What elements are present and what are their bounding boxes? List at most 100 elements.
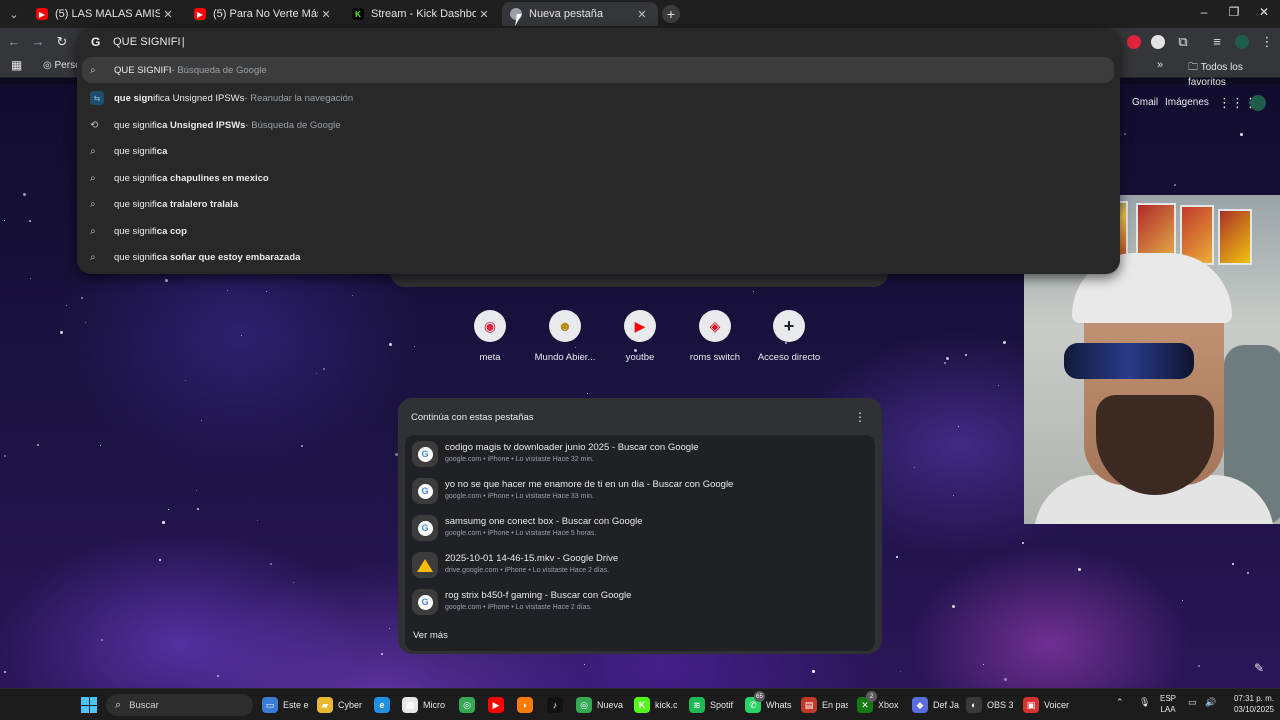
list-item[interactable]: G yo no se que hacer me enamore de ti en… bbox=[405, 472, 875, 509]
more-options-icon[interactable]: ⋮ bbox=[854, 410, 866, 424]
search-icon: ⌕ bbox=[115, 698, 122, 711]
chrome-menu-icon[interactable]: ⋮ bbox=[1259, 34, 1275, 50]
language-indicator[interactable]: ESP LAA bbox=[1159, 693, 1177, 715]
list-item[interactable]: G codigo magis tv downloader junio 2025 … bbox=[405, 435, 875, 472]
list-item[interactable]: G rog strix b450-f gaming - Buscar con G… bbox=[405, 583, 875, 620]
taskbar-app[interactable]: ◆ Def Ja bbox=[912, 696, 959, 714]
taskbar-app[interactable]: ✆ Whats 65 bbox=[745, 691, 792, 714]
app-label: Def Ja bbox=[933, 700, 959, 710]
layout-code: LAA bbox=[1160, 705, 1176, 714]
tab-kick[interactable]: K Stream - Kick Dashboard ✕ bbox=[344, 2, 500, 26]
star bbox=[101, 639, 103, 641]
close-icon[interactable]: ✕ bbox=[476, 8, 492, 21]
star bbox=[1004, 678, 1007, 681]
history-icon: ⟲ bbox=[90, 119, 99, 131]
tab-search-button[interactable]: ⌄ bbox=[0, 0, 28, 28]
network-icon[interactable]: ▭ bbox=[1188, 697, 1197, 708]
images-link[interactable]: Imágenes bbox=[1165, 97, 1209, 108]
omnibox-suggestion[interactable]: ⇆ que sign ifica Unsigned IPSWs - Reanudar… bbox=[77, 85, 1120, 111]
new-tab-button[interactable]: + bbox=[662, 5, 680, 23]
more-bookmarks-icon[interactable]: » bbox=[1157, 59, 1163, 71]
maximize-button[interactable]: ❐ bbox=[1224, 5, 1244, 19]
app-icon: ▦ bbox=[402, 697, 418, 713]
star bbox=[217, 675, 219, 677]
search-icon: ⌕ bbox=[90, 225, 96, 237]
taskbar-app[interactable]: ◎ Nueva bbox=[576, 696, 623, 714]
shortcut-add[interactable]: + Acceso directo bbox=[749, 310, 829, 363]
close-icon[interactable]: ✕ bbox=[160, 8, 176, 21]
taskbar-app[interactable]: ◎ bbox=[459, 696, 475, 714]
tab-new-tab[interactable]: Nueva pestaña ✕ bbox=[502, 2, 658, 26]
tab-youtube-1[interactable]: ▶ (5) LAS MALAS AMISTADES TE ✕ bbox=[28, 2, 184, 26]
clock[interactable]: 07:31 p. m. 03/10/2025 bbox=[1222, 693, 1274, 715]
shortcut-label: Acceso directo bbox=[757, 352, 821, 363]
taskbar-app[interactable]: ✕ Xbox 2 bbox=[857, 691, 899, 714]
account-avatar[interactable] bbox=[1250, 95, 1266, 111]
media-controls-icon[interactable]: ≡ bbox=[1209, 34, 1225, 49]
suggestion-bold-text: que sign bbox=[114, 92, 154, 104]
close-icon[interactable]: ✕ bbox=[318, 8, 334, 21]
taskbar-app[interactable]: ▦ Micro bbox=[402, 696, 445, 714]
close-window-button[interactable]: ✕ bbox=[1254, 5, 1274, 19]
bookmark-item[interactable]: ◎ Perso bbox=[43, 60, 81, 71]
list-item[interactable]: G samsumg one conect box - Buscar con Go… bbox=[405, 509, 875, 546]
star bbox=[900, 671, 901, 672]
volume-icon[interactable]: 🔊 bbox=[1205, 697, 1216, 708]
list-item[interactable]: 2025-10-01 14-46-15.mkv - Google Drive d… bbox=[405, 546, 875, 583]
omnibox-suggestion[interactable]: ⌕ que signifi ca cop bbox=[77, 218, 1120, 244]
omnibox-suggestion[interactable]: ⟲ que signifi ca Unsigned IPSWs - Búsqueda… bbox=[77, 112, 1120, 138]
taskbar-app[interactable]: ◗ bbox=[517, 696, 533, 714]
star bbox=[352, 295, 353, 296]
omnibox-suggestion[interactable]: ⌕ que signifi ca tralalero tralala bbox=[77, 191, 1120, 217]
taskbar-search[interactable]: ⌕ Buscar bbox=[106, 694, 253, 716]
tab-youtube-2[interactable]: ▶ (5) Para No Verte Más - YouTube ✕ bbox=[186, 2, 342, 26]
app-icon: ♪ bbox=[547, 697, 563, 713]
windows-start-icon[interactable] bbox=[81, 697, 97, 713]
shortcut-mundo-abierto[interactable]: ☻ Mundo Abier... bbox=[525, 310, 605, 363]
extension-icon[interactable] bbox=[1151, 35, 1165, 49]
profile-avatar[interactable] bbox=[1235, 35, 1249, 49]
taskbar-app[interactable]: ▭ Este e bbox=[262, 696, 309, 714]
item-meta: drive.google.com • iPhone • Lo visitaste… bbox=[445, 567, 610, 574]
see-more-link[interactable]: Ver más bbox=[413, 630, 448, 641]
taskbar-app[interactable]: ◐ OBS 3 bbox=[966, 696, 1013, 714]
star bbox=[37, 444, 39, 446]
omnibox-suggestion[interactable]: ⌕ QUE SIGNIFI - Búsqueda de Google bbox=[82, 57, 1114, 83]
minimize-button[interactable]: – bbox=[1194, 5, 1214, 19]
taskbar-app[interactable]: ≋ Spotif bbox=[689, 696, 733, 714]
extension-icon[interactable] bbox=[1127, 35, 1141, 49]
tab-title: Stream - Kick Dashboard bbox=[371, 8, 476, 20]
gmail-link[interactable]: Gmail bbox=[1132, 97, 1158, 108]
chevron-up-icon[interactable]: ⌃ bbox=[1116, 697, 1124, 708]
card-title: Continúa con estas pestañas bbox=[411, 412, 534, 423]
taskbar-app[interactable]: e bbox=[374, 696, 390, 714]
shortcut-roms-switch[interactable]: ◈ roms switch bbox=[675, 310, 755, 363]
shortcut-youtube[interactable]: ▶ youtbe bbox=[600, 310, 680, 363]
all-bookmarks-folder[interactable]: 🗀 Todos los favoritos bbox=[1188, 60, 1280, 88]
reload-button[interactable]: ↻ bbox=[54, 34, 70, 50]
omnibox-suggestion[interactable]: ⌕ que signifi ca chapulines en mexico bbox=[77, 165, 1120, 191]
close-icon[interactable]: ✕ bbox=[634, 8, 650, 21]
suggestion-source: - Reanudar la navegación bbox=[244, 92, 354, 104]
omnibox-suggestion[interactable]: ⌕ que signifi ca soñar que estoy embarazad… bbox=[77, 244, 1120, 270]
taskbar-app[interactable]: Kkick.c bbox=[634, 696, 678, 714]
search-icon: ⌕ bbox=[90, 251, 96, 263]
app-icon: ▭ bbox=[262, 697, 278, 713]
shortcut-meta[interactable]: ◉ meta bbox=[450, 310, 530, 363]
microphone-icon[interactable]: 🎙 bbox=[1139, 697, 1150, 708]
google-icon: G bbox=[417, 594, 433, 610]
shortcut-label: youtbe bbox=[625, 352, 655, 363]
item-meta: google.com • iPhone • Lo visitaste Hace … bbox=[445, 456, 594, 463]
taskbar-app[interactable]: ▰ Cyber bbox=[317, 696, 362, 714]
taskbar-app[interactable]: ▤ En pas bbox=[801, 696, 848, 714]
star bbox=[241, 335, 242, 336]
extensions-puzzle-icon[interactable]: ⧉ bbox=[1175, 34, 1191, 50]
taskbar-app[interactable]: ▶ bbox=[488, 696, 504, 714]
forward-button[interactable]: → bbox=[30, 34, 46, 49]
pen-icon[interactable]: ✎ bbox=[1254, 661, 1264, 675]
taskbar-app[interactable]: ▣ Voicer bbox=[1023, 696, 1069, 714]
omnibox-suggestion[interactable]: ⌕ que signifi ca bbox=[77, 138, 1120, 164]
taskbar-app[interactable]: ♪ bbox=[547, 696, 563, 714]
back-button[interactable]: ← bbox=[6, 34, 22, 49]
apps-grid-icon[interactable]: ▦ bbox=[11, 58, 22, 72]
